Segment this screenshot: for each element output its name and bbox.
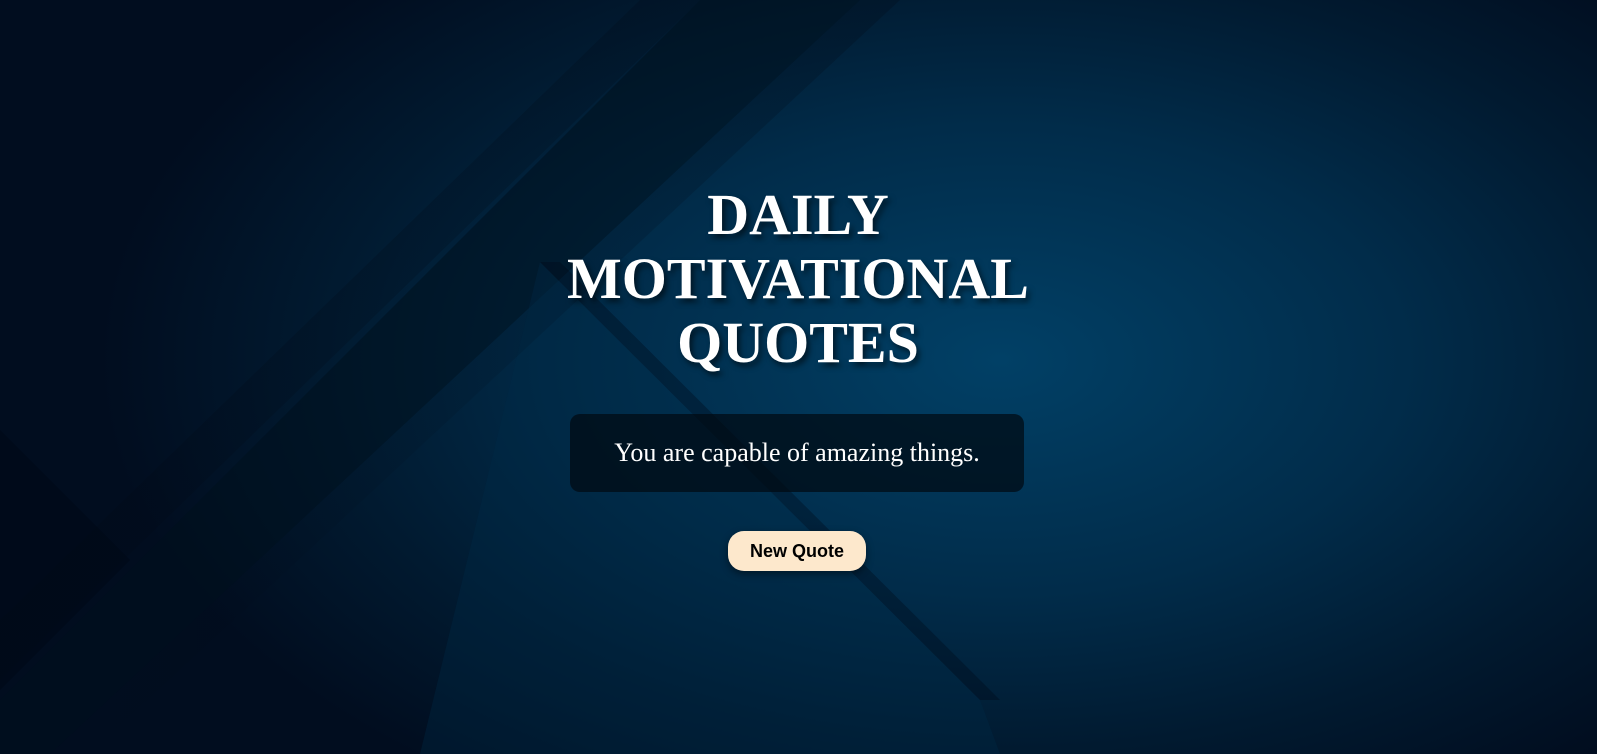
title-line-1: DAILY xyxy=(707,182,889,247)
title-line-3: QUOTES xyxy=(677,310,919,375)
quote-box: You are capable of amazing things. xyxy=(570,414,1024,492)
quote-text: You are capable of amazing things. xyxy=(614,438,980,467)
title-line-2: MOTIVATIONAL xyxy=(567,246,1029,311)
new-quote-button[interactable]: New Quote xyxy=(728,531,866,571)
page-title: DAILY MOTIVATIONAL QUOTES xyxy=(548,183,1048,375)
main-content: DAILY MOTIVATIONAL QUOTES You are capabl… xyxy=(0,0,1597,754)
